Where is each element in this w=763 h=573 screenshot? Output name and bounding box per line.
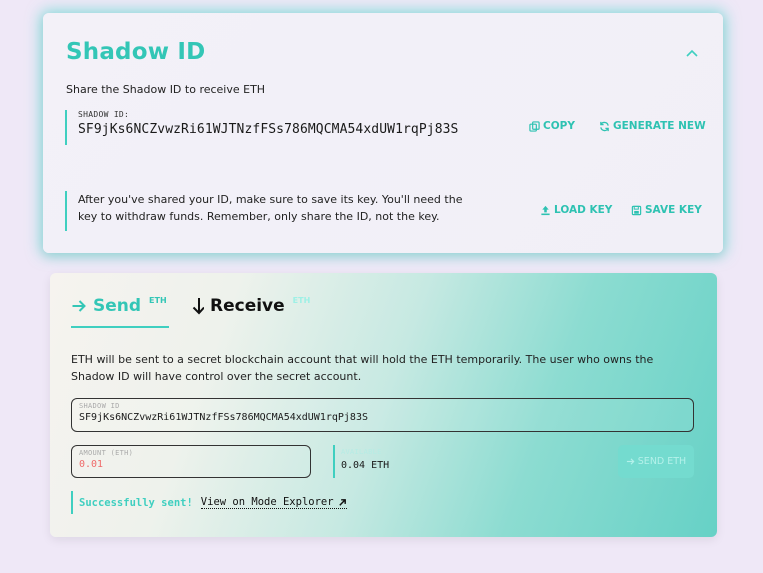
arrow-right-icon <box>626 458 635 465</box>
load-key-button[interactable]: LOAD KEY <box>540 204 612 216</box>
generate-new-button[interactable]: GENERATE NEW <box>599 120 706 132</box>
send-card: Send ETH Receive ETH ETH will be sent to… <box>50 273 717 537</box>
upload-icon <box>541 205 550 215</box>
refresh-icon <box>600 121 609 131</box>
shadow-id-input[interactable]: SHADOW ID SF9jKs6NCZvwzRi61WJTNzfFSs786M… <box>71 398 694 432</box>
status-success-text: Successfully sent! <box>79 496 193 509</box>
copy-label: COPY <box>543 120 575 132</box>
load-key-label: LOAD KEY <box>554 204 613 216</box>
view-explorer-label: View on Mode Explorer <box>200 496 334 508</box>
arrow-right-icon <box>72 300 86 312</box>
tab-send-unit: ETH <box>149 296 167 305</box>
save-key-label: SAVE KEY <box>645 204 702 216</box>
view-explorer-link[interactable]: View on Mode Explorer <box>200 496 347 509</box>
send-eth-label: SEND ETH <box>637 456 687 467</box>
copy-icon <box>529 120 540 132</box>
send-eth-button[interactable]: SEND ETH <box>618 445 694 478</box>
shadow-id-card: Shadow ID Share the Shadow ID to receive… <box>43 13 723 253</box>
send-status: Successfully sent! View on Mode Explorer <box>71 491 347 514</box>
save-key-button[interactable]: SAVE KEY <box>631 204 702 216</box>
available-label: AVAILABLE <box>341 448 382 456</box>
shadow-id-label: SHADOW ID: <box>78 110 130 119</box>
chevron-up-icon[interactable] <box>685 48 699 58</box>
available-balance: AVAILABLE 0.04 ETH <box>333 445 389 478</box>
shadow-id-input-value: SF9jKs6NCZvwzRi61WJTNzfFSs786MQCMA54xdUW… <box>79 412 368 423</box>
tab-receive-unit: ETH <box>292 296 311 305</box>
shadow-id-title: Shadow ID <box>66 39 206 65</box>
tab-send[interactable]: Send ETH <box>71 295 169 328</box>
shadow-id-subtitle: Share the Shadow ID to receive ETH <box>66 83 266 96</box>
shadow-id-value: SF9jKs6NCZvwzRi61WJTNzfFSs786MQCMA54xdUW… <box>78 122 459 137</box>
available-value: 0.04 ETH <box>341 460 390 471</box>
amount-input-value: 0.01 <box>79 459 104 470</box>
amount-input-label: AMOUNT (ETH) <box>79 449 134 457</box>
save-icon <box>631 205 642 215</box>
amount-input[interactable]: AMOUNT (ETH) 0.01 <box>71 445 311 478</box>
generate-new-label: GENERATE NEW <box>613 120 706 132</box>
shadow-id-display: SHADOW ID: SF9jKs6NCZvwzRi61WJTNzfFSs786… <box>65 110 458 145</box>
external-link-icon <box>338 498 346 506</box>
arrow-down-icon <box>192 298 204 315</box>
tab-receive-label: Receive <box>210 296 285 316</box>
save-key-note: After you've shared your ID, make sure t… <box>65 191 485 231</box>
shadow-id-input-label: SHADOW ID <box>79 402 120 410</box>
copy-button[interactable]: COPY <box>529 120 575 132</box>
tab-receive[interactable]: Receive ETH <box>190 295 310 328</box>
tab-send-label: Send <box>93 296 142 316</box>
send-description: ETH will be sent to a secret blockchain … <box>71 353 654 383</box>
